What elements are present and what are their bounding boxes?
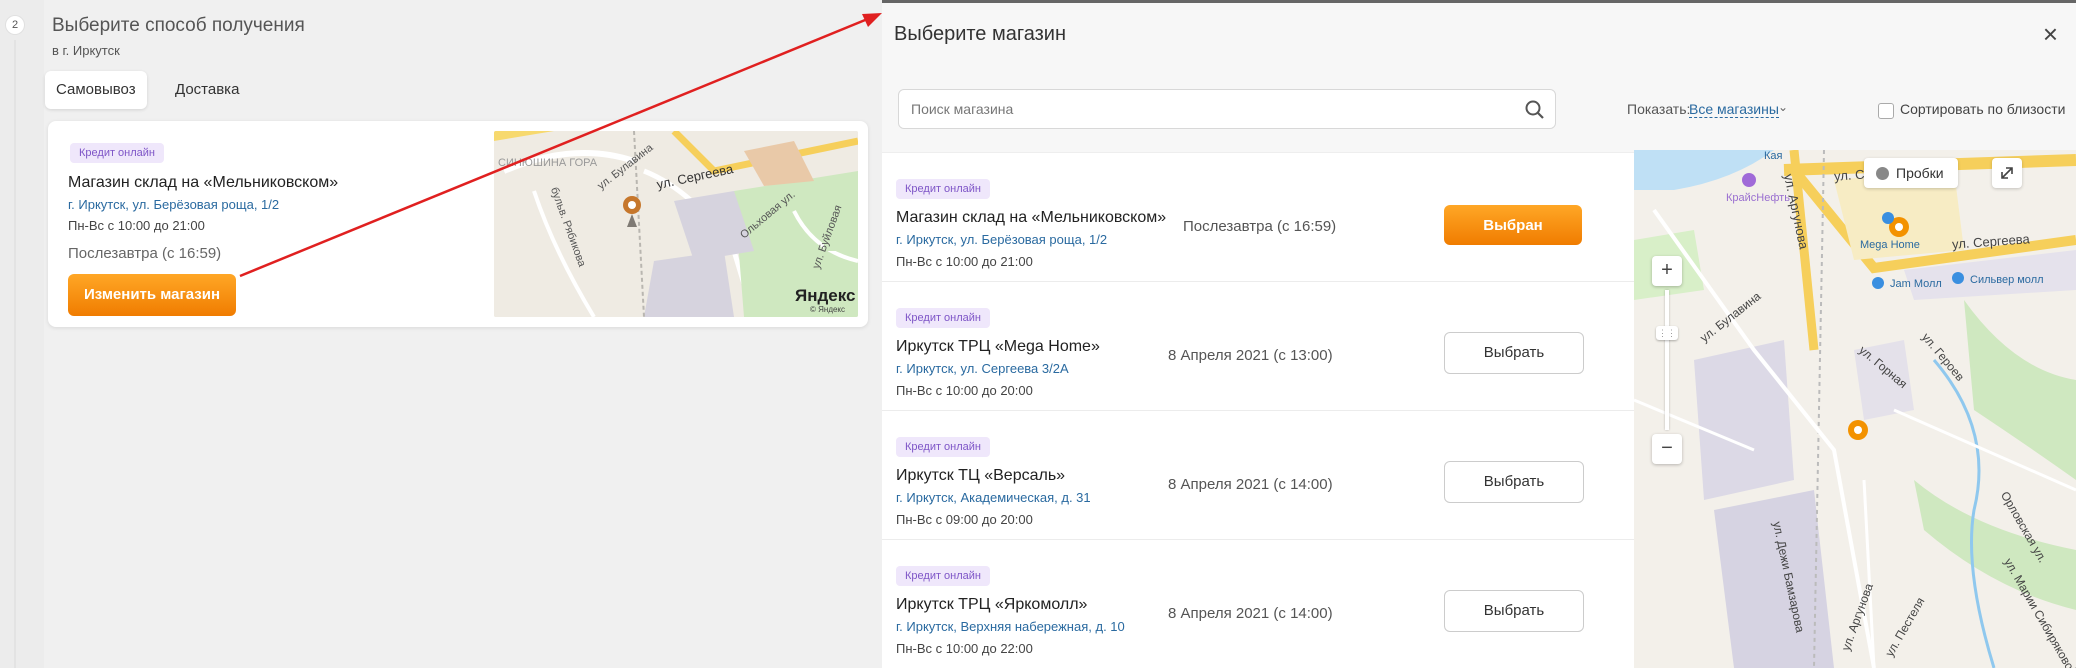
zoom-slider-handle[interactable]: ⋮⋮ — [1656, 326, 1678, 340]
step-city: в г. Иркутск — [52, 43, 120, 58]
store-hours: Пн-Вс с 09:00 до 20:00 — [896, 512, 1033, 527]
fullscreen-icon — [2001, 167, 2013, 179]
store-address[interactable]: г. Иркутск, ул. Берёзовая роща, 1/2 — [896, 232, 1107, 247]
change-store-button[interactable]: Изменить магазин — [68, 274, 236, 316]
store-name: Иркутск ТЦ «Версаль» — [896, 467, 1066, 484]
map-label: СИНЮШИНА ГОРА — [498, 157, 598, 169]
selected-store-button[interactable]: Выбран — [1444, 205, 1582, 245]
tab-delivery[interactable]: Доставка — [164, 71, 250, 109]
step-line — [14, 40, 16, 668]
step-number: 2 — [6, 16, 24, 34]
modal-title: Выберите магазин — [894, 23, 1066, 45]
credit-badge: Кредит онлайн — [896, 437, 991, 457]
credit-badge: Кредит онлайн — [896, 308, 991, 328]
filter-dropdown[interactable]: Все магазины — [1689, 101, 1779, 118]
modal-toolbar: Показать: Все магазины ⌄ Сортировать по … — [882, 65, 2076, 153]
tab-pickup[interactable]: Самовывоз — [45, 71, 147, 109]
checkout-step-panel: 2 Выберите способ получения в г. Иркутск… — [0, 0, 882, 668]
zoom-out-button[interactable]: − — [1652, 434, 1682, 464]
filter-label: Показать: — [1627, 101, 1691, 117]
modal-header: Выберите магазин × — [882, 3, 2076, 65]
store-address[interactable]: г. Иркутск, Верхняя набережная, д. 10 — [896, 619, 1125, 634]
store-name: Иркутск ТРЦ «Mega Home» — [896, 338, 1100, 355]
selected-store-card: Кредит онлайн Магазин склад на «Мельнико… — [48, 121, 868, 327]
select-store-button[interactable]: Выбрать — [1444, 461, 1584, 503]
map-graphic — [1634, 150, 2076, 668]
fullscreen-button[interactable] — [1992, 158, 2022, 188]
store-search-input[interactable] — [898, 89, 1556, 129]
sort-by-distance-checkbox[interactable] — [1878, 103, 1894, 119]
yandex-copyright: © Яндекс — [810, 305, 846, 314]
traffic-toggle-button[interactable]: Пробки — [1864, 158, 1958, 188]
close-icon[interactable]: × — [2043, 21, 2058, 47]
store-name: Иркутск ТРЦ «Яркомолл» — [896, 596, 1088, 613]
store-pickup-date: Послезавтра (с 16:59) — [1183, 218, 1337, 235]
store-pickup-date: 8 Апреля 2021 (с 14:00) — [1168, 605, 1333, 622]
step-gutter — [0, 0, 44, 668]
map-poi: Кая — [1764, 150, 1783, 162]
store-mini-map[interactable]: СИНЮШИНА ГОРА ул. Булавина ул. Сергеева … — [494, 131, 858, 317]
yandex-logo: Яндекс — [795, 286, 856, 305]
select-store-button[interactable]: Выбрать — [1444, 332, 1584, 374]
credit-badge: Кредит онлайн — [896, 179, 991, 199]
traffic-light-icon — [1876, 167, 1889, 180]
store-hours: Пн-Вс с 10:00 до 21:00 — [68, 218, 205, 233]
zoom-slider-track[interactable] — [1665, 290, 1669, 430]
map-poi: Mega Home — [1860, 239, 1920, 251]
traffic-label: Пробки — [1896, 165, 1944, 181]
stores-map[interactable]: КрайсНефть Mega Home Jam Молл Сильвер мо… — [1634, 150, 2076, 668]
store-address[interactable]: г. Иркутск, Академическая, д. 31 — [896, 490, 1091, 505]
map-poi: Сильвер молл — [1970, 274, 2044, 286]
credit-badge: Кредит онлайн — [896, 566, 991, 586]
store-pickup-date: Послезавтра (с 16:59) — [68, 245, 222, 262]
sort-by-distance-label[interactable]: Сортировать по близости — [1900, 101, 2065, 117]
zoom-in-button[interactable]: + — [1652, 256, 1682, 286]
store-pickup-date: 8 Апреля 2021 (с 14:00) — [1168, 476, 1333, 493]
store-name: Магазин склад на «Мельниковском» — [896, 209, 1167, 226]
store-pickup-date: 8 Апреля 2021 (с 13:00) — [1168, 347, 1333, 364]
credit-badge: Кредит онлайн — [70, 143, 165, 163]
store-hours: Пн-Вс с 10:00 до 20:00 — [896, 383, 1033, 398]
chevron-down-icon[interactable]: ⌄ — [1778, 100, 1788, 114]
map-poi: Jam Молл — [1890, 278, 1942, 290]
map-poi: КрайсНефть — [1726, 192, 1790, 204]
search-icon[interactable] — [1524, 99, 1546, 121]
select-store-button[interactable]: Выбрать — [1444, 590, 1584, 632]
store-hours: Пн-Вс с 10:00 до 21:00 — [896, 254, 1033, 269]
store-name: Магазин склад на «Мельниковском» — [68, 174, 339, 191]
store-address[interactable]: г. Иркутск, ул. Сергеева 3/2А — [896, 361, 1069, 376]
store-hours: Пн-Вс с 10:00 до 22:00 — [896, 641, 1033, 656]
store-address[interactable]: г. Иркутск, ул. Берёзовая роща, 1/2 — [68, 197, 279, 212]
step-title: Выберите способ получения — [52, 15, 305, 36]
